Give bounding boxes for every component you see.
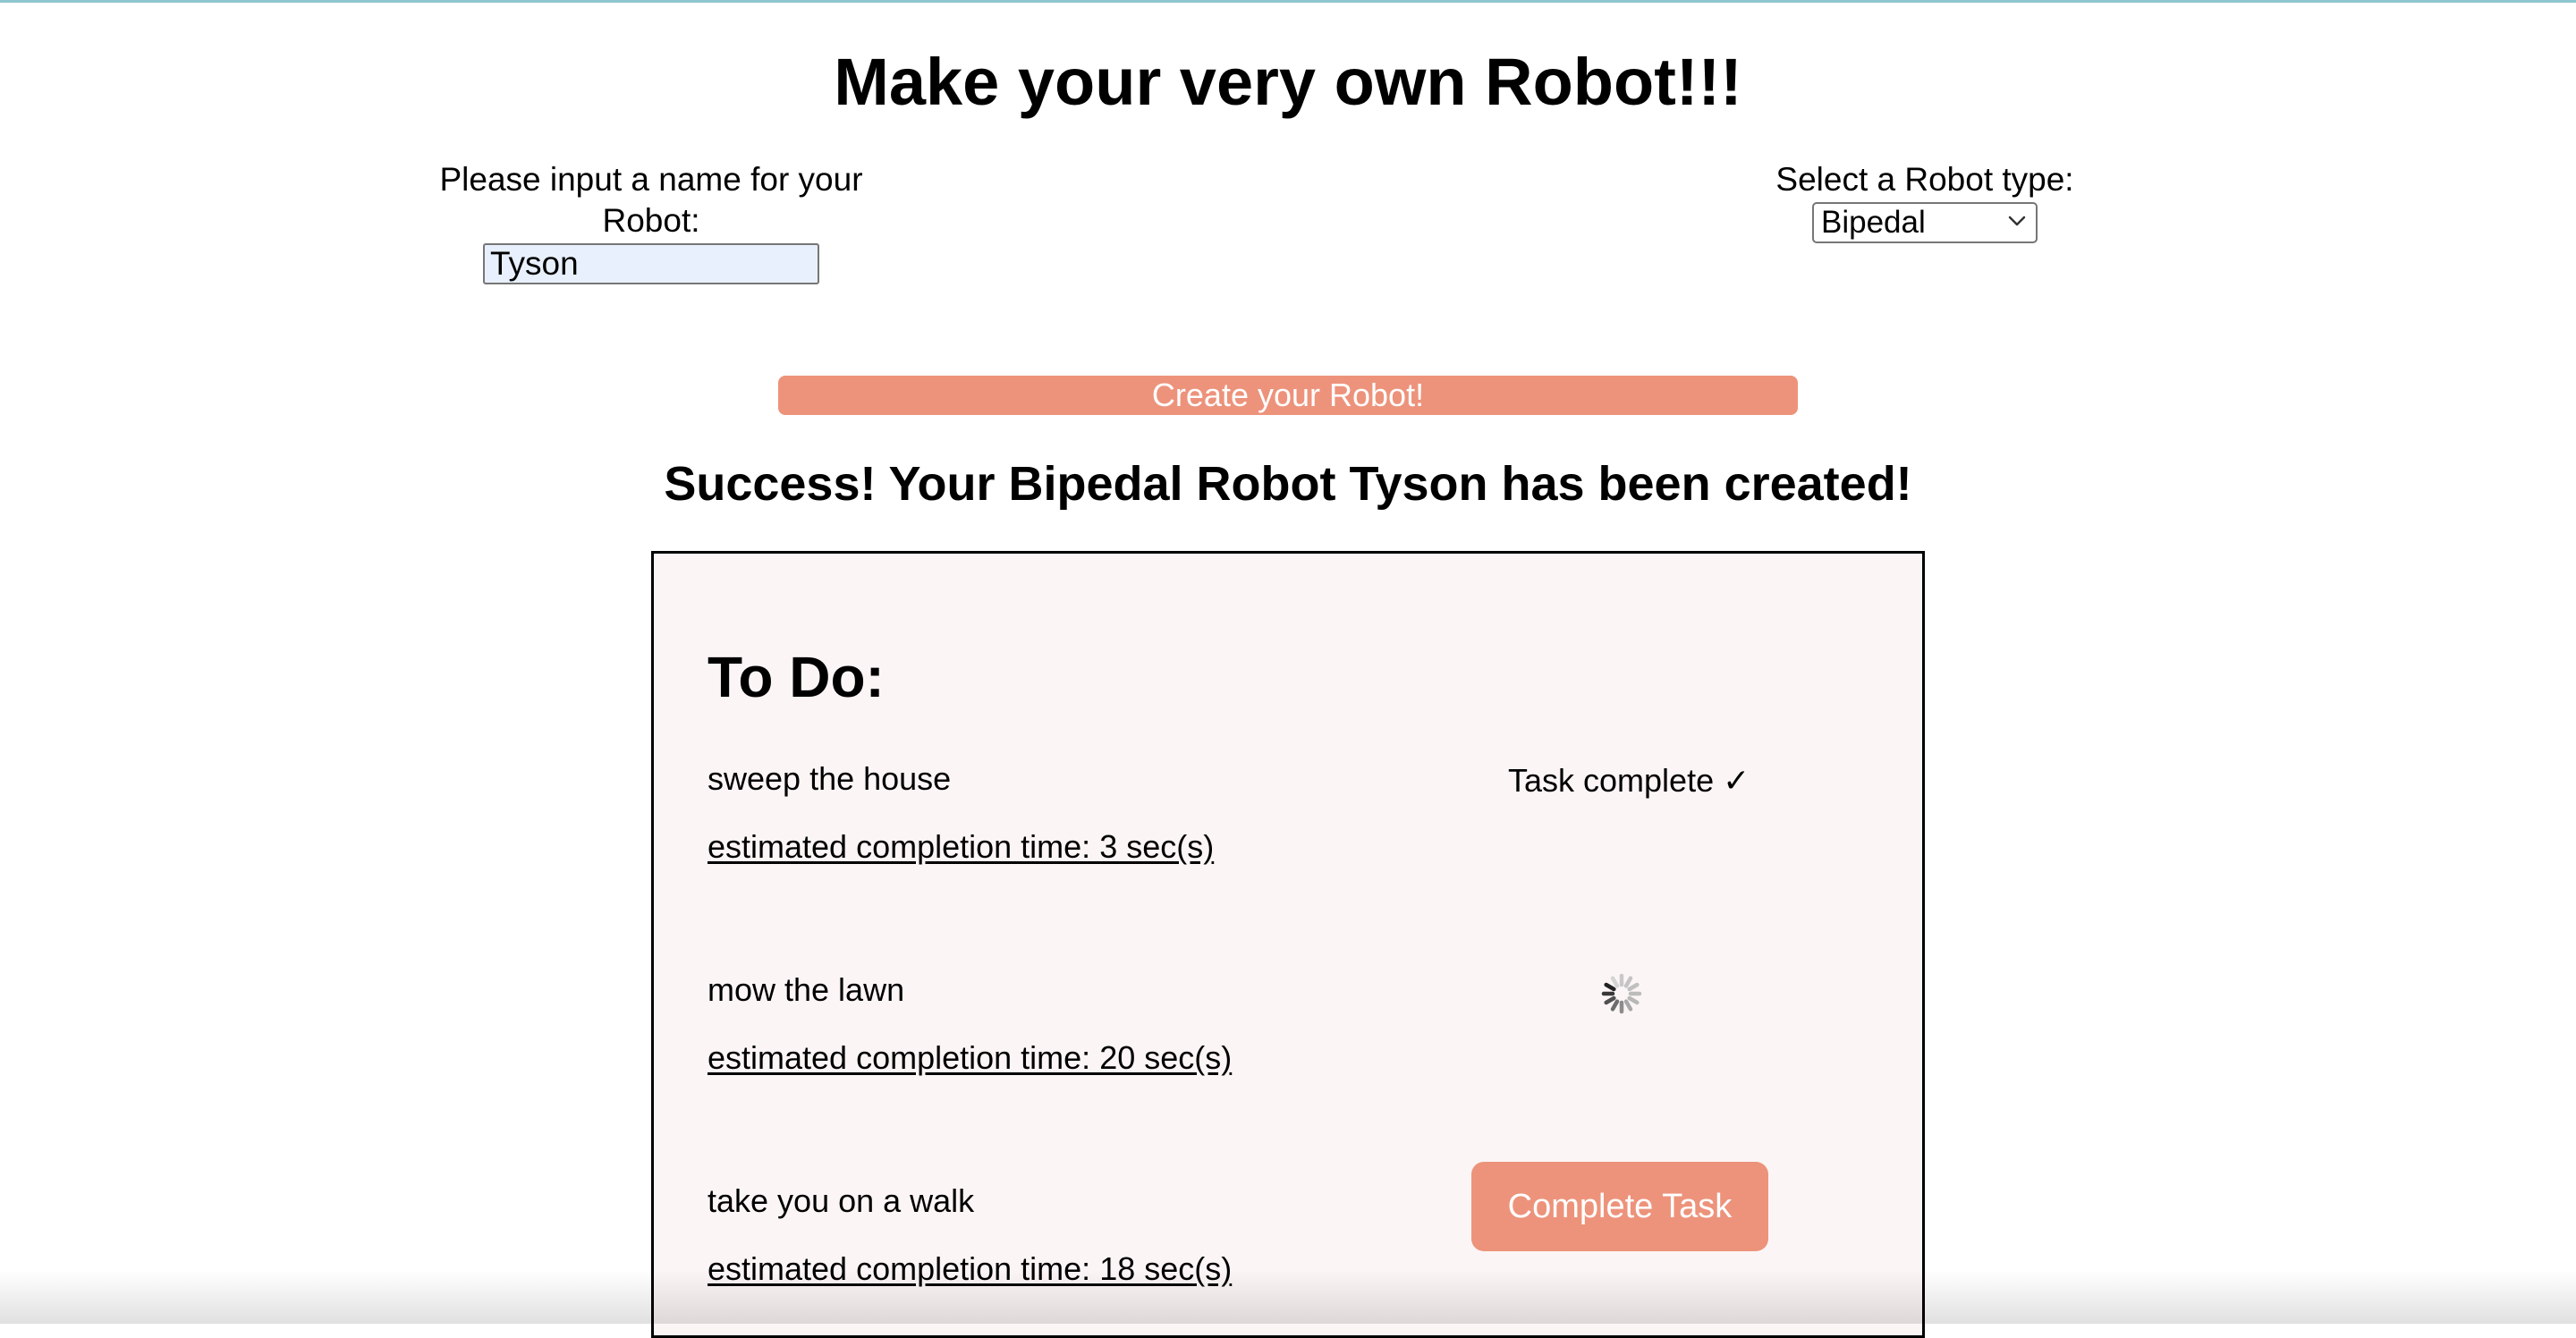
page-title: Make your very own Robot!!! (834, 45, 1742, 119)
loading-spinner-icon (1601, 973, 1642, 1014)
task-name: mow the lawn (708, 971, 905, 1008)
task-estimated-time: estimated completion time: 18 sec(s) (708, 1250, 1233, 1287)
task-name: sweep the house (708, 760, 952, 797)
todo-panel: To Do: sweep the house estimated complet… (651, 551, 1925, 1338)
todo-heading: To Do: (708, 645, 885, 709)
chevron-down-icon (2008, 216, 2026, 226)
robot-type-selected-value: Bipedal (1821, 205, 1926, 240)
robot-name-input[interactable] (483, 243, 819, 284)
window-top-edge (0, 0, 2576, 3)
task-estimated-time: estimated completion time: 3 sec(s) (708, 828, 1215, 865)
robot-name-label: Please input a name for your Robot: (439, 161, 863, 239)
task-name: take you on a walk (708, 1182, 975, 1219)
task-complete-status: Task complete ✓ (1508, 762, 1750, 799)
robot-type-group: Select a Robot type: Bipedal (1775, 159, 2075, 243)
robot-type-select[interactable]: Bipedal (1812, 202, 2038, 243)
success-message: Success! Your Bipedal Robot Tyson has be… (664, 457, 1912, 511)
complete-task-button[interactable]: Complete Task (1471, 1162, 1768, 1251)
robot-name-group: Please input a name for your Robot: (394, 159, 909, 284)
robot-type-label: Select a Robot type: (1775, 161, 2074, 198)
task-row: sweep the house estimated completion tim… (654, 759, 1922, 902)
create-robot-button[interactable]: Create your Robot! (778, 376, 1798, 415)
task-row: mow the lawn estimated completion time: … (654, 970, 1922, 1114)
task-row: take you on a walk estimated completion … (654, 1162, 1922, 1325)
task-estimated-time: estimated completion time: 20 sec(s) (708, 1039, 1233, 1076)
